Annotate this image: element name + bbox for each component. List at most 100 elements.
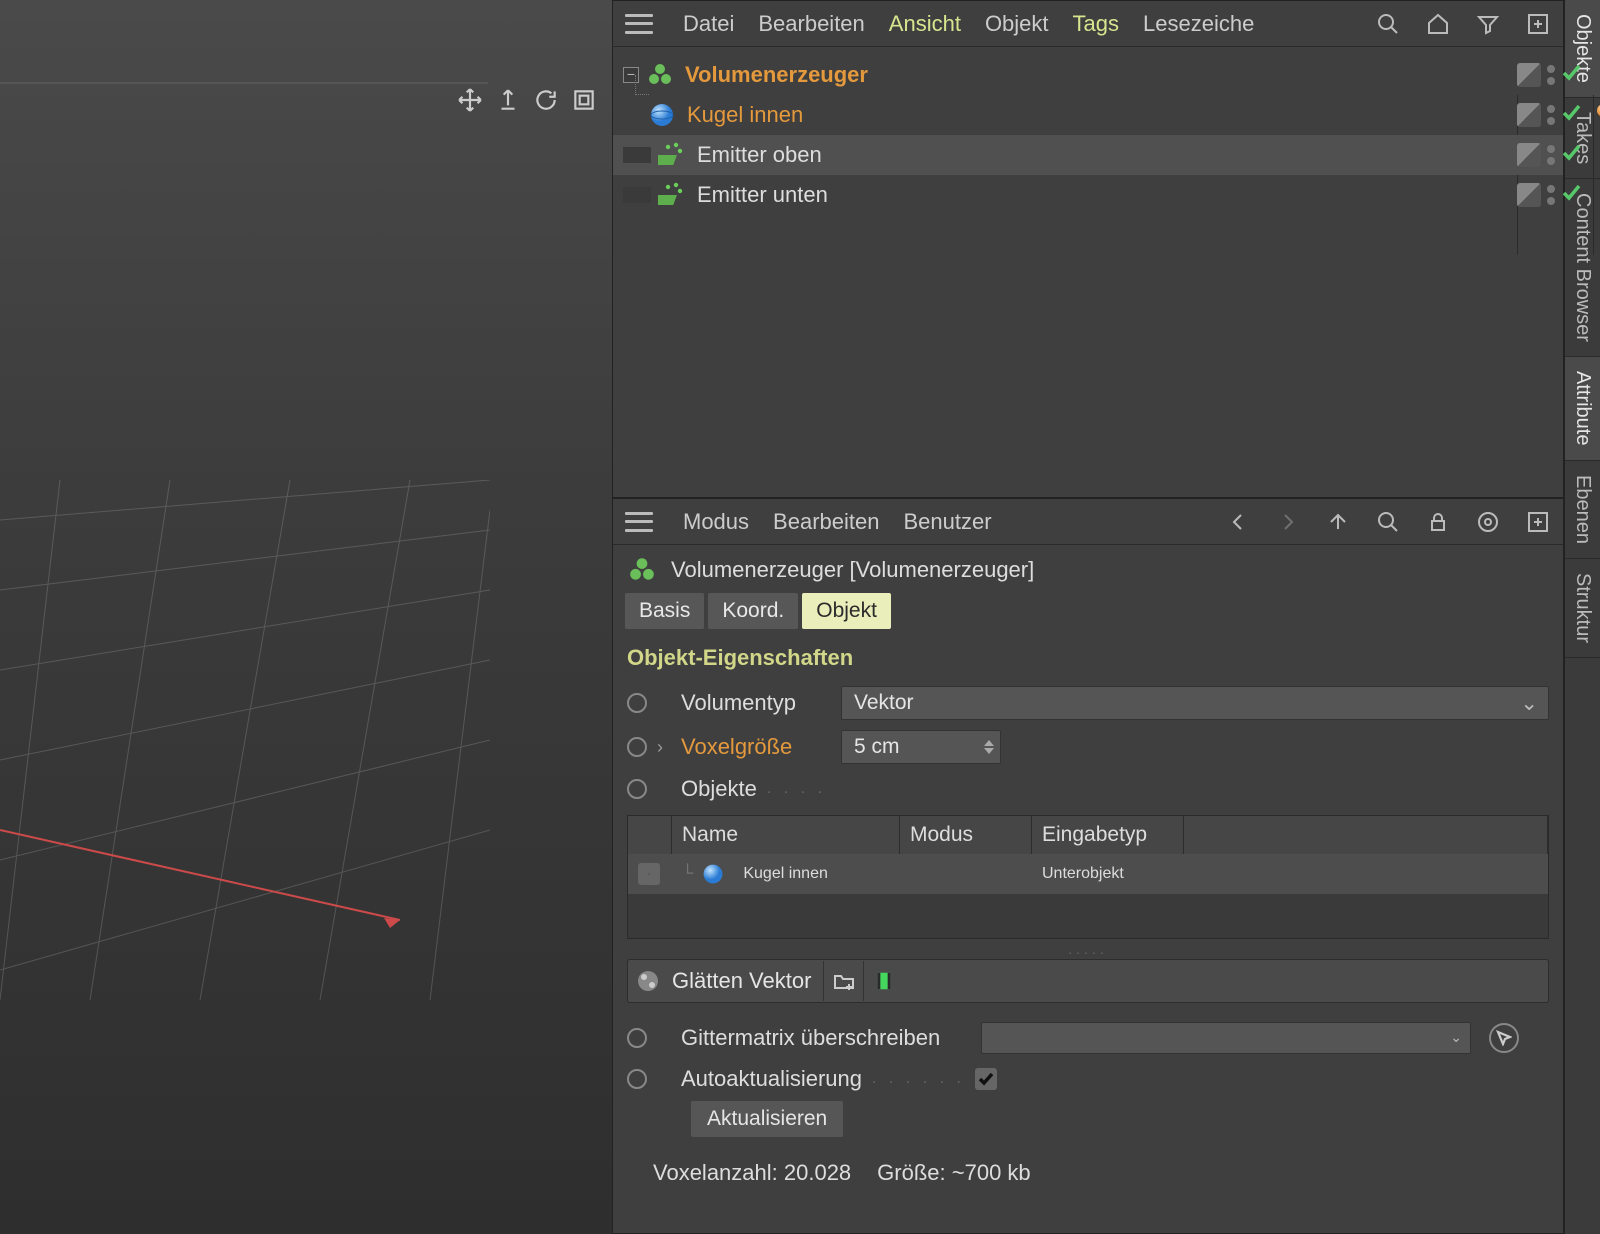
prop-label: Objekte bbox=[681, 776, 757, 802]
frame-icon[interactable] bbox=[570, 86, 598, 114]
prop-voxelgroesse: › Voxelgröße 5 cm bbox=[613, 725, 1563, 769]
x-axis-arrow bbox=[0, 820, 415, 940]
record-icon[interactable] bbox=[1475, 509, 1501, 535]
status-line: Voxelanzahl: 20.028 Größe: ~700 kb bbox=[613, 1142, 1563, 1194]
tab-basis[interactable]: Basis bbox=[625, 593, 704, 629]
lock-icon[interactable] bbox=[1425, 509, 1451, 535]
tab-objekt[interactable]: Objekt bbox=[802, 593, 891, 629]
tree-item-label[interactable]: Emitter oben bbox=[697, 142, 822, 168]
enable-check-icon[interactable] bbox=[1561, 142, 1581, 168]
section-title: Objekt-Eigenschaften bbox=[613, 637, 1563, 681]
nav-up-icon[interactable] bbox=[1325, 509, 1351, 535]
search-icon[interactable] bbox=[1375, 11, 1401, 37]
keyframe-toggle[interactable] bbox=[627, 779, 647, 799]
tree-item-label[interactable]: Emitter unten bbox=[697, 182, 828, 208]
sphere-icon bbox=[647, 100, 677, 130]
prop-volumentyp: Volumentyp Vektor ⌄ bbox=[613, 681, 1563, 725]
prop-autoaktualisierung: Autoaktualisierung . . . . . . bbox=[613, 1059, 1563, 1099]
viewport-3d[interactable] bbox=[0, 0, 612, 1234]
add-folder-icon[interactable] bbox=[823, 961, 863, 1001]
table-header: Name Modus Eingabetyp bbox=[628, 816, 1548, 854]
keyframe-toggle[interactable] bbox=[627, 737, 647, 757]
nav-back-icon[interactable] bbox=[1225, 509, 1251, 535]
tree-row-emitter-oben[interactable]: Emitter oben bbox=[613, 135, 1563, 175]
film-icon[interactable] bbox=[863, 961, 903, 1001]
move-icon[interactable] bbox=[456, 86, 484, 114]
volumentyp-dropdown[interactable]: Vektor ⌄ bbox=[841, 686, 1549, 720]
prop-label: Volumentyp bbox=[681, 690, 831, 716]
cell-name: Kugel innen bbox=[743, 865, 828, 883]
prop-label: Gittermatrix überschreiben bbox=[681, 1025, 971, 1051]
visibility-dots-icon[interactable] bbox=[1547, 185, 1555, 205]
menu-ansicht[interactable]: Ansicht bbox=[889, 11, 961, 37]
autoaktual-checkbox[interactable] bbox=[975, 1068, 997, 1090]
menu-benutzer[interactable]: Benutzer bbox=[903, 509, 991, 535]
dots-filler: . . . . . . bbox=[872, 1070, 965, 1088]
table-row[interactable]: └ Kugel innen Unterobjekt bbox=[628, 854, 1548, 894]
menu-bearbeiten[interactable]: Bearbeiten bbox=[773, 509, 879, 535]
menu-lesezeiche[interactable]: Lesezeiche bbox=[1143, 11, 1254, 37]
aktualisieren-button[interactable]: Aktualisieren bbox=[691, 1101, 843, 1137]
row-checkbox[interactable] bbox=[638, 863, 660, 885]
emitter-icon bbox=[657, 140, 687, 170]
menu-bearbeiten[interactable]: Bearbeiten bbox=[758, 11, 864, 37]
hamburger-icon[interactable] bbox=[625, 14, 653, 34]
enable-check-icon[interactable] bbox=[1561, 102, 1581, 128]
col-name[interactable]: Name bbox=[672, 816, 900, 854]
emitter-icon bbox=[657, 180, 687, 210]
table-row-empty[interactable] bbox=[628, 894, 1548, 938]
col-modus[interactable]: Modus bbox=[900, 816, 1032, 854]
expand-arrow-icon[interactable]: › bbox=[657, 737, 671, 758]
attr-tabs: Basis Koord. Objekt bbox=[613, 593, 1563, 637]
rotate-icon[interactable] bbox=[532, 86, 560, 114]
tree-item-label[interactable]: Volumenerzeuger bbox=[685, 62, 868, 88]
attr-title: Volumenerzeuger [Volumenerzeuger] bbox=[671, 557, 1034, 583]
chevron-down-icon: ⌄ bbox=[1450, 1029, 1462, 1046]
visibility-dots-icon[interactable] bbox=[1547, 105, 1555, 125]
add-panel-icon[interactable] bbox=[1525, 11, 1551, 37]
tree-row-emitter-unten[interactable]: Emitter unten bbox=[613, 175, 1563, 215]
layer-tag-icon[interactable] bbox=[1517, 103, 1541, 127]
nav-forward-icon[interactable] bbox=[1275, 509, 1301, 535]
keyframe-toggle[interactable] bbox=[627, 1069, 647, 1089]
home-icon[interactable] bbox=[1425, 11, 1451, 37]
hamburger-icon[interactable] bbox=[625, 512, 653, 532]
sidetab-attribute[interactable]: Attribute bbox=[1565, 357, 1600, 460]
sidetab-struktur[interactable]: Struktur bbox=[1565, 559, 1600, 658]
picker-icon[interactable] bbox=[1489, 1023, 1519, 1053]
col-eingabetyp[interactable]: Eingabetyp bbox=[1032, 816, 1184, 854]
layer-tag-icon[interactable] bbox=[1517, 143, 1541, 167]
search-icon[interactable] bbox=[1375, 509, 1401, 535]
filter-icon[interactable] bbox=[1475, 11, 1501, 37]
tab-koord[interactable]: Koord. bbox=[708, 593, 798, 629]
objects-table: Name Modus Eingabetyp └ Kugel innen Unte… bbox=[627, 815, 1549, 939]
gittermatrix-link-field[interactable]: ⌄ bbox=[981, 1022, 1471, 1054]
enable-check-icon[interactable] bbox=[1561, 62, 1581, 88]
filter-bar: Glätten Vektor bbox=[627, 959, 1549, 1003]
add-panel-icon[interactable] bbox=[1525, 509, 1551, 535]
spinner-icon[interactable] bbox=[984, 740, 994, 754]
visibility-dots-icon[interactable] bbox=[1547, 145, 1555, 165]
menu-modus[interactable]: Modus bbox=[683, 509, 749, 535]
attr-header: Volumenerzeuger [Volumenerzeuger] bbox=[613, 545, 1563, 593]
objmgr-menubar: Datei Bearbeiten Ansicht Objekt Tags Les… bbox=[613, 1, 1563, 47]
visibility-dots-icon[interactable] bbox=[1547, 65, 1555, 85]
tree-row-kugel-innen[interactable]: Kugel innen bbox=[613, 95, 1563, 135]
layer-tag-icon[interactable] bbox=[1517, 183, 1541, 207]
table-resize-handle[interactable]: ..... bbox=[613, 941, 1563, 951]
menu-tags[interactable]: Tags bbox=[1073, 11, 1119, 37]
lift-icon[interactable] bbox=[494, 86, 522, 114]
volume-builder-icon bbox=[645, 60, 675, 90]
menu-datei[interactable]: Datei bbox=[683, 11, 734, 37]
sidetab-ebenen[interactable]: Ebenen bbox=[1565, 461, 1600, 559]
keyframe-toggle[interactable] bbox=[627, 693, 647, 713]
tree-row-volumenerzeuger[interactable]: − Volumenerzeuger bbox=[613, 55, 1563, 95]
smooth-vector-icon bbox=[628, 961, 668, 1001]
menu-objekt[interactable]: Objekt bbox=[985, 11, 1049, 37]
layer-tag-icon[interactable] bbox=[1517, 63, 1541, 87]
voxelgroesse-input[interactable]: 5 cm bbox=[841, 730, 1001, 764]
keyframe-toggle[interactable] bbox=[627, 1028, 647, 1048]
enable-check-icon[interactable] bbox=[1561, 182, 1581, 208]
tree-item-label[interactable]: Kugel innen bbox=[687, 102, 803, 128]
object-tree[interactable]: − Volumenerzeuger Kugel innen bbox=[613, 47, 1563, 215]
